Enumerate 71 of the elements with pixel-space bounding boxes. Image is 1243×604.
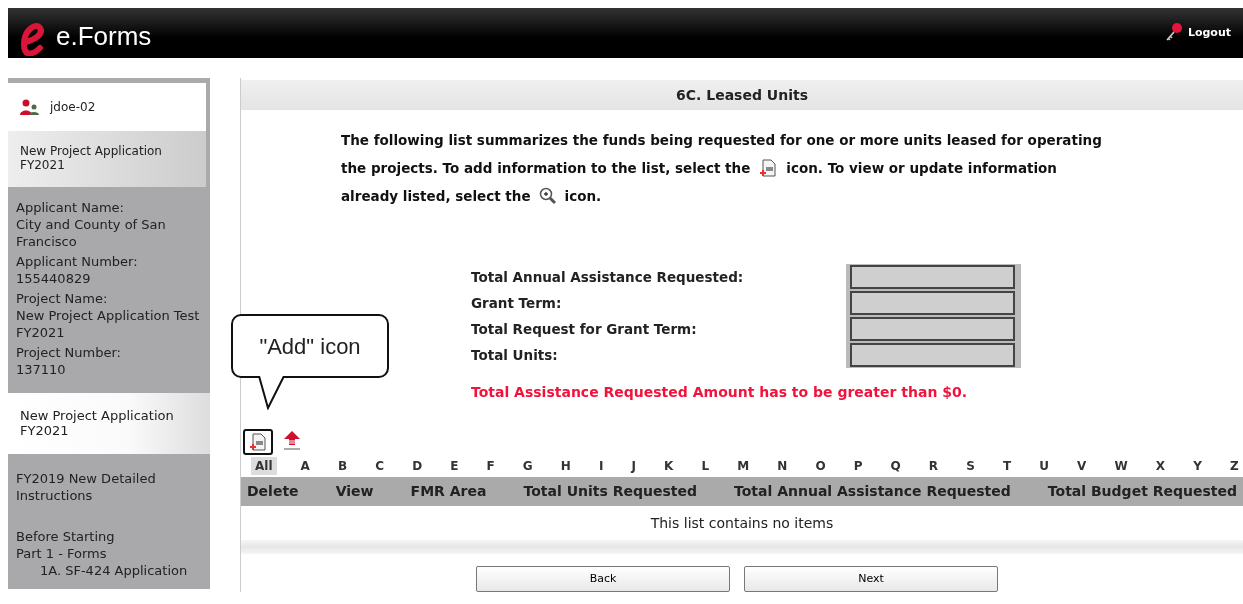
users-icon [20, 99, 40, 115]
info-value: City and County of San Francisco [16, 215, 167, 250]
letter-filter[interactable]: D [408, 457, 427, 475]
callout: "Add" icon [231, 314, 389, 378]
magnifier-icon [538, 187, 557, 205]
letter-filter[interactable]: V [1073, 457, 1091, 475]
menu-link[interactable]: Part 1 - Forms [16, 545, 202, 563]
instruction-text: the projects. To add information to the list, select the [341, 159, 751, 178]
upload-icon[interactable] [281, 429, 303, 451]
letter-filter[interactable]: S [962, 457, 979, 475]
column-header: Total Units Requested [523, 482, 697, 501]
page-title: 6C. Leased Units [241, 80, 1243, 110]
instruction-text: already listed, select the [341, 187, 531, 206]
logo-text: e.Forms [56, 20, 152, 54]
column-header: Delete [247, 482, 299, 501]
field-label: Total Request for Grant Term: [471, 319, 698, 339]
column-header: Total Budget Requested [1047, 482, 1237, 501]
letter-filter[interactable]: W [1110, 457, 1132, 475]
logout-link[interactable]: Logout [1187, 24, 1231, 42]
field-label: Total Annual Assistance Requested: [471, 267, 745, 287]
letter-filter[interactable]: N [773, 457, 792, 475]
column-header: Total Annual Assistance Requested [734, 482, 1011, 501]
letter-filter[interactable]: Y [1189, 457, 1206, 475]
letter-filter[interactable]: L [697, 457, 714, 475]
empty-message: This list contains no items [649, 514, 835, 533]
info-label: Applicant Number: [16, 252, 139, 270]
info-label: Project Name: [16, 289, 109, 307]
letter-filter[interactable]: J [627, 457, 640, 475]
add-button[interactable] [243, 429, 273, 455]
letter-filter[interactable]: U [1035, 457, 1053, 475]
info-value: New Project Application Test FY2021 [16, 306, 201, 341]
field-label: Total Units: [471, 345, 559, 365]
error-message: Total Assistance Requested Amount has to be greater than $0. [471, 383, 969, 402]
letter-filter[interactable]: Z [1225, 457, 1243, 475]
info-label: Project Number: [16, 343, 122, 361]
letter-filter[interactable]: O [811, 457, 830, 475]
menu-link[interactable]: FY2019 New Detailed Instructions [16, 470, 202, 505]
letter-filter[interactable]: R [924, 457, 943, 475]
nav-button[interactable]: Back [476, 566, 730, 592]
info-label: Applicant Name: [16, 198, 125, 216]
letter-filter[interactable]: H [556, 457, 575, 475]
menu-link[interactable]: 1A. SF-424 Application [16, 562, 202, 580]
letter-filter[interactable]: B [334, 457, 352, 475]
letter-filter[interactable]: I [594, 457, 608, 475]
instruction-text: icon. To view or update information [786, 159, 1057, 178]
letter-filter[interactable]: K [660, 457, 678, 475]
letter-filter[interactable]: X [1151, 457, 1170, 475]
add-document-icon [248, 432, 268, 452]
info-value: 155440829 [16, 269, 92, 287]
sidebar-tab[interactable]: New Project Application FY2021 [8, 131, 210, 187]
letter-filter[interactable]: T [998, 457, 1016, 475]
letter-filter[interactable]: A [296, 457, 314, 475]
nav-button[interactable]: Next [744, 566, 998, 592]
callout-pointer [256, 376, 286, 410]
menu-link[interactable]: Before Starting [16, 528, 202, 546]
letter-filter[interactable]: All [251, 457, 277, 475]
letter-filter[interactable]: Q [886, 457, 905, 475]
column-header: FMR Area [410, 482, 487, 501]
letter-filter[interactable]: C [371, 457, 389, 475]
instruction-text: The following list summarizes the funds being requested for one or more units leased for operating [341, 131, 1102, 150]
letter-filter[interactable]: F [482, 457, 499, 475]
column-header: View [335, 482, 374, 501]
letter-filter[interactable]: E [446, 457, 463, 475]
letter-filter[interactable]: G [518, 457, 537, 475]
field-label: Grant Term: [471, 293, 563, 313]
info-value: 137110 [16, 360, 67, 378]
user-name: jdoe-02 [50, 99, 96, 116]
instruction-text: icon. [564, 187, 602, 206]
add-document-icon [758, 158, 779, 178]
letter-filter[interactable]: M [733, 457, 754, 475]
letter-filter[interactable]: P [849, 457, 867, 475]
